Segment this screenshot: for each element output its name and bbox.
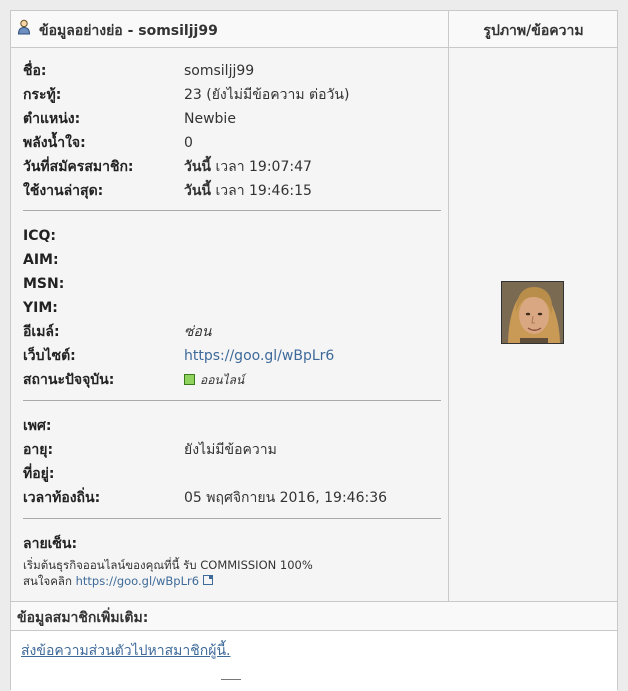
avatar-image xyxy=(502,282,563,343)
header-left-cell: ข้อมูลอย่างย่อ - somsiljj99 xyxy=(11,11,449,47)
status-value: ออนไลน์ xyxy=(200,373,245,387)
divider xyxy=(23,210,441,211)
avatar-column xyxy=(450,48,617,601)
additional-info-body: ส่งข้อความส่วนตัวไปหาสมาชิกผู้นี้. xyxy=(11,631,617,691)
additional-info-title: ข้อมูลสมาชิกเพิ่มเติม: xyxy=(17,610,149,626)
user-icon xyxy=(17,19,31,35)
signature-label: ลายเซ็น: xyxy=(23,536,78,552)
external-link-icon xyxy=(203,575,214,585)
page-title: ข้อมูลอย่างย่อ - somsiljj99 xyxy=(39,23,218,39)
cut-off-content xyxy=(221,679,241,684)
profile-panel: ข้อมูลอย่างย่อ - somsiljj99 รูปภาพ/ข้อคว… xyxy=(10,10,618,691)
send-private-message-link[interactable]: ส่งข้อความส่วนตัวไปหาสมาชิกผู้นี้. xyxy=(21,640,230,662)
signature-link[interactable]: https://goo.gl/wBpLr6 xyxy=(76,574,199,588)
profile-header: ข้อมูลอย่างย่อ - somsiljj99 รูปภาพ/ข้อคว… xyxy=(11,11,617,48)
website-link[interactable]: https://goo.gl/wBpLr6 xyxy=(184,347,334,365)
additional-info-header: ข้อมูลสมาชิกเพิ่มเติม: xyxy=(11,601,617,631)
email-hidden-value: ซ่อน xyxy=(184,324,212,340)
status-online-icon xyxy=(184,374,195,385)
avatar xyxy=(501,281,564,344)
divider xyxy=(23,400,441,401)
divider xyxy=(23,518,441,519)
profile-details: ชื่อ: somsiljj99 กระทู้: 23 (ยังไม่มีข้อ… xyxy=(11,48,449,601)
signature-text: เริ่มต้นธุรกิจออนไลน์ของคุณที่นี้ รับ CO… xyxy=(23,558,313,588)
avatar-column-title: รูปภาพ/ข้อความ xyxy=(483,23,584,39)
